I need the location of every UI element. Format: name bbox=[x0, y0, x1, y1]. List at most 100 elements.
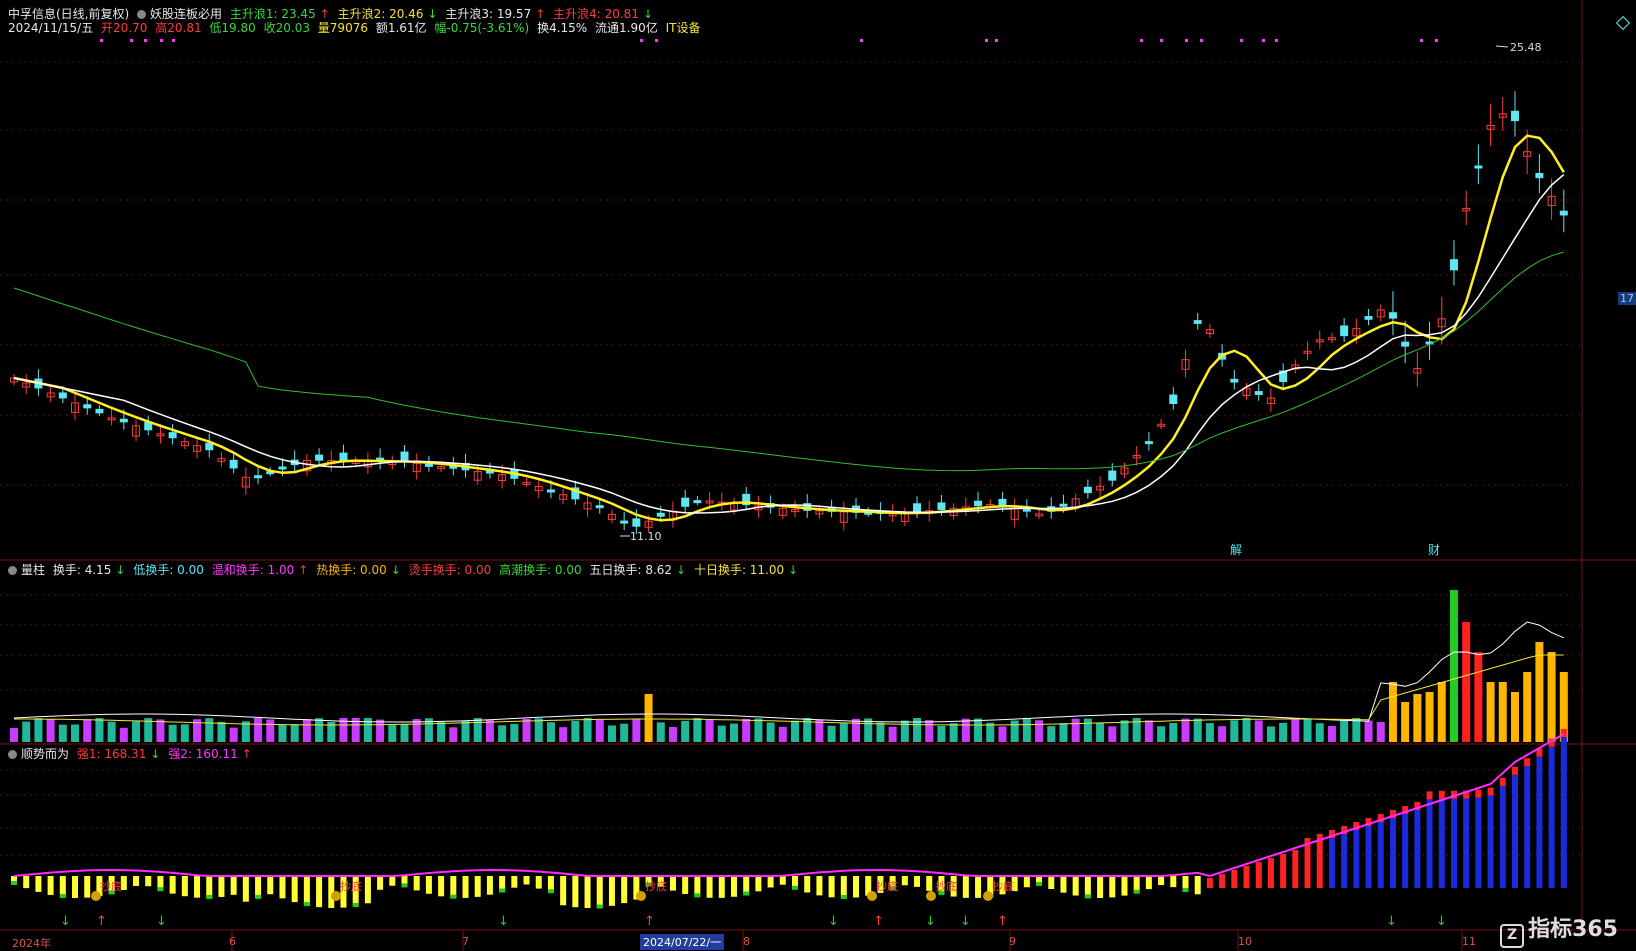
trend-bar bbox=[35, 876, 42, 892]
candle-body bbox=[339, 452, 348, 462]
trend-bar bbox=[584, 876, 591, 908]
trend-bar bbox=[840, 876, 847, 898]
trend-bar bbox=[267, 876, 274, 895]
volume-bar bbox=[1010, 720, 1019, 742]
x-label-aug: 8 bbox=[743, 935, 750, 948]
max-price-label: 25.48 bbox=[1510, 41, 1542, 54]
signal-dot bbox=[1275, 39, 1278, 42]
trend-bar bbox=[291, 876, 298, 903]
candle-body bbox=[681, 497, 690, 507]
trend-bar-tip bbox=[596, 904, 603, 909]
volume-bar bbox=[729, 723, 738, 742]
candle-body bbox=[1535, 172, 1544, 179]
volume-bar bbox=[1364, 720, 1373, 742]
volume-bar bbox=[168, 724, 177, 742]
trend-bar bbox=[72, 876, 79, 898]
max-price-pointer bbox=[1495, 45, 1509, 48]
volume-bar bbox=[559, 727, 568, 742]
volume-bar bbox=[888, 726, 897, 742]
logo-icon: Z bbox=[1500, 924, 1525, 948]
trend-bar bbox=[1414, 810, 1421, 888]
volume-bar bbox=[595, 719, 604, 742]
trend-bar bbox=[853, 876, 860, 898]
volume-bar bbox=[1169, 722, 1178, 742]
trend-bar-tip bbox=[1036, 881, 1043, 886]
up-arrow-icon: ↑ bbox=[873, 914, 884, 929]
volume-bar bbox=[1303, 718, 1312, 742]
candle-body bbox=[974, 500, 983, 507]
stock-chart-svg[interactable]: 25.48 11.10 解 财抄底 抄底 抄底 抄底 抄底 抄底 ↑ ↓ ↓ ↓ ↑ ↓ ↑ ↓ ↓ ↑ ↓ ↓ bbox=[0, 0, 1636, 951]
trend-bar bbox=[255, 876, 262, 898]
volume-bar bbox=[705, 719, 714, 742]
volume-bar bbox=[34, 718, 43, 742]
down-arrow-icon: ↓ bbox=[828, 914, 839, 929]
candle-body bbox=[205, 442, 214, 451]
trend-bar bbox=[1536, 756, 1543, 888]
volume-bar bbox=[791, 720, 799, 742]
trend-bar bbox=[511, 876, 518, 888]
volume-bar bbox=[1535, 642, 1544, 742]
candle-body bbox=[1364, 316, 1373, 320]
volume-bar bbox=[1144, 720, 1153, 742]
signal-dot bbox=[655, 39, 658, 42]
volume-bar bbox=[71, 724, 80, 742]
trend-bar bbox=[730, 876, 737, 897]
trend-bar bbox=[1072, 876, 1079, 896]
ma30-line bbox=[13, 251, 1564, 472]
volume-bar bbox=[693, 718, 702, 742]
trend-bar bbox=[1170, 876, 1177, 888]
trend-bar bbox=[1304, 846, 1311, 888]
candle-body bbox=[58, 392, 67, 399]
volume-bar bbox=[485, 719, 494, 742]
bottom-label: 抄底 bbox=[340, 879, 362, 893]
trend-bar bbox=[1060, 876, 1067, 893]
volume-bar bbox=[132, 721, 141, 742]
trend-bar bbox=[523, 876, 530, 885]
volume-bar bbox=[22, 721, 31, 742]
trend-bar bbox=[1377, 822, 1384, 888]
volume-bar bbox=[1205, 723, 1214, 742]
candle-body bbox=[1510, 110, 1519, 122]
cursor-date-chip: 2024/07/22/一 bbox=[640, 934, 725, 950]
trend-bar bbox=[706, 876, 713, 898]
volume-bar bbox=[1547, 652, 1556, 742]
candle-body bbox=[1230, 378, 1239, 383]
trend-bar bbox=[1048, 876, 1055, 890]
volume-ma5-line bbox=[13, 621, 1564, 723]
volume-bar bbox=[376, 719, 385, 742]
volume-bar bbox=[1462, 622, 1471, 742]
volume-bar bbox=[766, 722, 775, 742]
volume-bar bbox=[119, 727, 128, 742]
trend-bar bbox=[1487, 795, 1494, 888]
trend-bar bbox=[1475, 797, 1482, 888]
trend-bar-tip bbox=[1133, 889, 1140, 894]
trend-bar bbox=[413, 876, 420, 891]
trend-bar bbox=[1243, 866, 1250, 888]
trend-bar bbox=[181, 876, 188, 897]
trend-bar bbox=[1524, 766, 1531, 888]
trend-bar bbox=[779, 876, 786, 885]
trend-bar bbox=[1426, 799, 1433, 888]
signal-dot bbox=[1160, 39, 1163, 42]
trend-bar bbox=[1438, 798, 1445, 888]
candle-body bbox=[1449, 259, 1458, 271]
volume-bar bbox=[754, 718, 763, 742]
trend-bar bbox=[767, 876, 774, 888]
trend-bar bbox=[145, 876, 152, 887]
trend-bar-tip bbox=[303, 902, 310, 907]
trend-bar bbox=[377, 876, 384, 890]
trend-bar bbox=[1206, 878, 1213, 888]
trend-bar-tip bbox=[499, 888, 506, 893]
trend-bar bbox=[816, 876, 823, 896]
trend-bar bbox=[84, 876, 91, 898]
candle-body bbox=[998, 498, 1007, 507]
trend-bar bbox=[1402, 814, 1409, 888]
volume-bar bbox=[449, 727, 458, 742]
trend-bar bbox=[425, 876, 432, 894]
candle-body bbox=[656, 512, 665, 517]
trend-bar bbox=[608, 876, 615, 906]
trend-bar-tip bbox=[1182, 888, 1189, 893]
trend-bar bbox=[596, 876, 603, 908]
volume-bar bbox=[949, 723, 958, 742]
trend-bar bbox=[755, 876, 762, 892]
